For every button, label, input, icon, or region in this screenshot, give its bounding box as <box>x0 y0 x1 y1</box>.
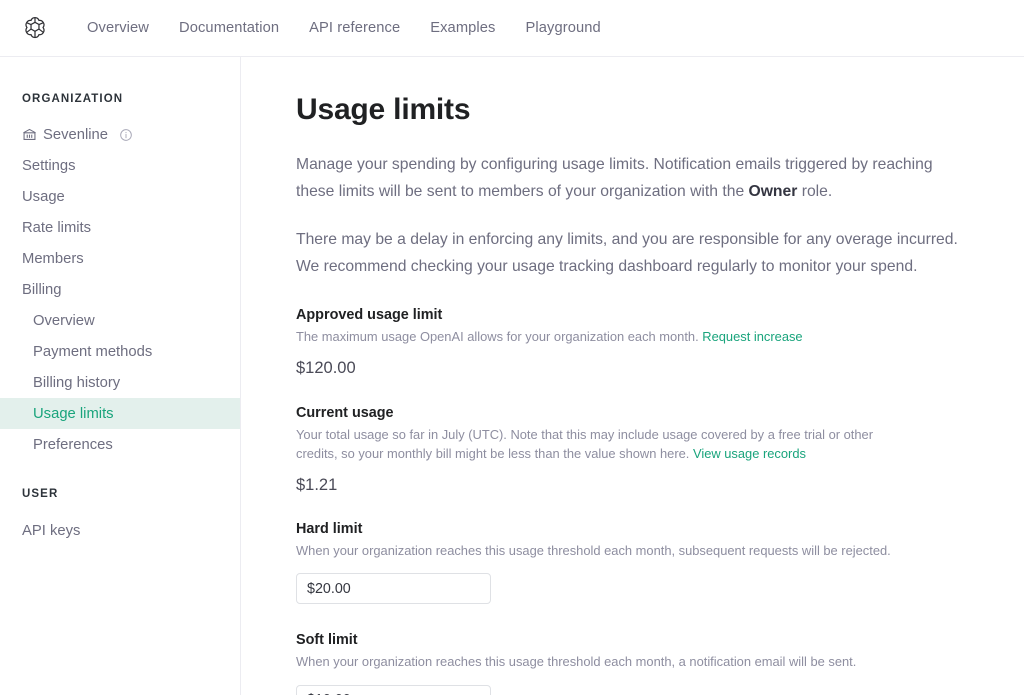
sidebar-item-label: Overview <box>33 313 95 329</box>
nav-links: Overview Documentation API reference Exa… <box>87 20 601 36</box>
sidebar-item-rate-limits[interactable]: Rate limits <box>0 212 240 243</box>
current-usage-description: Your total usage so far in July (UTC). N… <box>296 425 906 464</box>
soft-limit-title: Soft limit <box>296 632 969 648</box>
approved-usage-limit-title: Approved usage limit <box>296 307 969 323</box>
sidebar-section-user-label: USER <box>0 488 240 500</box>
sidebar: ORGANIZATION Sevenline Settings <box>0 57 241 695</box>
soft-limit-description: When your organization reaches this usag… <box>296 652 906 672</box>
intro-1-text-a: Manage your spending by configuring usag… <box>296 156 933 200</box>
sidebar-item-organization-sevenline[interactable]: Sevenline <box>0 119 240 150</box>
approved-usage-limit-value: $120.00 <box>296 359 969 378</box>
soft-limit-section: Soft limit When your organization reache… <box>296 632 969 695</box>
sidebar-item-api-keys[interactable]: API keys <box>0 515 240 546</box>
sidebar-item-billing-overview[interactable]: Overview <box>0 305 240 336</box>
organization-building-icon <box>22 127 37 142</box>
current-usage-title: Current usage <box>296 405 969 421</box>
hard-limit-title: Hard limit <box>296 521 969 537</box>
sidebar-item-label: Members <box>22 251 84 267</box>
nav-link-overview[interactable]: Overview <box>87 20 149 36</box>
nav-link-api-reference[interactable]: API reference <box>309 20 400 36</box>
sidebar-item-label: Usage <box>22 189 65 205</box>
organization-name: Sevenline <box>43 127 108 143</box>
current-usage-value: $1.21 <box>296 476 969 495</box>
approved-desc-text: The maximum usage OpenAI allows for your… <box>296 329 699 344</box>
sidebar-item-settings[interactable]: Settings <box>0 150 240 181</box>
sidebar-item-usage[interactable]: Usage <box>0 181 240 212</box>
hard-limit-section: Hard limit When your organization reache… <box>296 521 969 605</box>
sidebar-item-label: Usage limits <box>33 406 114 422</box>
intro-paragraph-2: There may be a delay in enforcing any li… <box>296 226 969 280</box>
nav-link-examples[interactable]: Examples <box>430 20 495 36</box>
sidebar-item-preferences[interactable]: Preferences <box>0 429 240 460</box>
owner-role-emphasis: Owner <box>749 183 798 200</box>
main-content: Usage limits Manage your spending by con… <box>241 57 1024 695</box>
nav-link-playground[interactable]: Playground <box>526 20 601 36</box>
intro-1-text-b: role. <box>797 183 832 200</box>
usage-limits-page: Overview Documentation API reference Exa… <box>0 0 1024 695</box>
sidebar-item-label: Billing <box>22 282 61 298</box>
sidebar-item-label: Rate limits <box>22 220 91 236</box>
request-increase-link[interactable]: Request increase <box>702 329 802 344</box>
current-usage-section: Current usage Your total usage so far in… <box>296 405 969 495</box>
info-circle-icon[interactable] <box>119 128 133 142</box>
view-usage-records-link[interactable]: View usage records <box>693 446 806 461</box>
sidebar-item-billing[interactable]: Billing <box>0 274 240 305</box>
sidebar-item-usage-limits[interactable]: Usage limits <box>0 398 240 429</box>
sidebar-section-organization-label: ORGANIZATION <box>0 93 240 105</box>
sidebar-item-label: Payment methods <box>33 344 152 360</box>
page-title: Usage limits <box>296 93 969 127</box>
openai-logo-icon[interactable] <box>20 13 50 43</box>
sidebar-item-label: API keys <box>22 523 80 539</box>
hard-limit-input[interactable] <box>296 573 491 604</box>
sidebar-item-members[interactable]: Members <box>0 243 240 274</box>
approved-usage-limit-section: Approved usage limit The maximum usage O… <box>296 307 969 378</box>
sidebar-item-label: Settings <box>22 158 75 174</box>
soft-limit-input[interactable] <box>296 685 491 695</box>
sidebar-item-label: Preferences <box>33 437 113 453</box>
sidebar-item-billing-history[interactable]: Billing history <box>0 367 240 398</box>
approved-usage-limit-description: The maximum usage OpenAI allows for your… <box>296 327 906 347</box>
sidebar-item-payment-methods[interactable]: Payment methods <box>0 336 240 367</box>
top-navigation-bar: Overview Documentation API reference Exa… <box>0 0 1024 57</box>
intro-paragraph-1: Manage your spending by configuring usag… <box>296 151 969 205</box>
sidebar-item-label: Billing history <box>33 375 120 391</box>
hard-limit-description: When your organization reaches this usag… <box>296 541 906 561</box>
nav-link-documentation[interactable]: Documentation <box>179 20 279 36</box>
